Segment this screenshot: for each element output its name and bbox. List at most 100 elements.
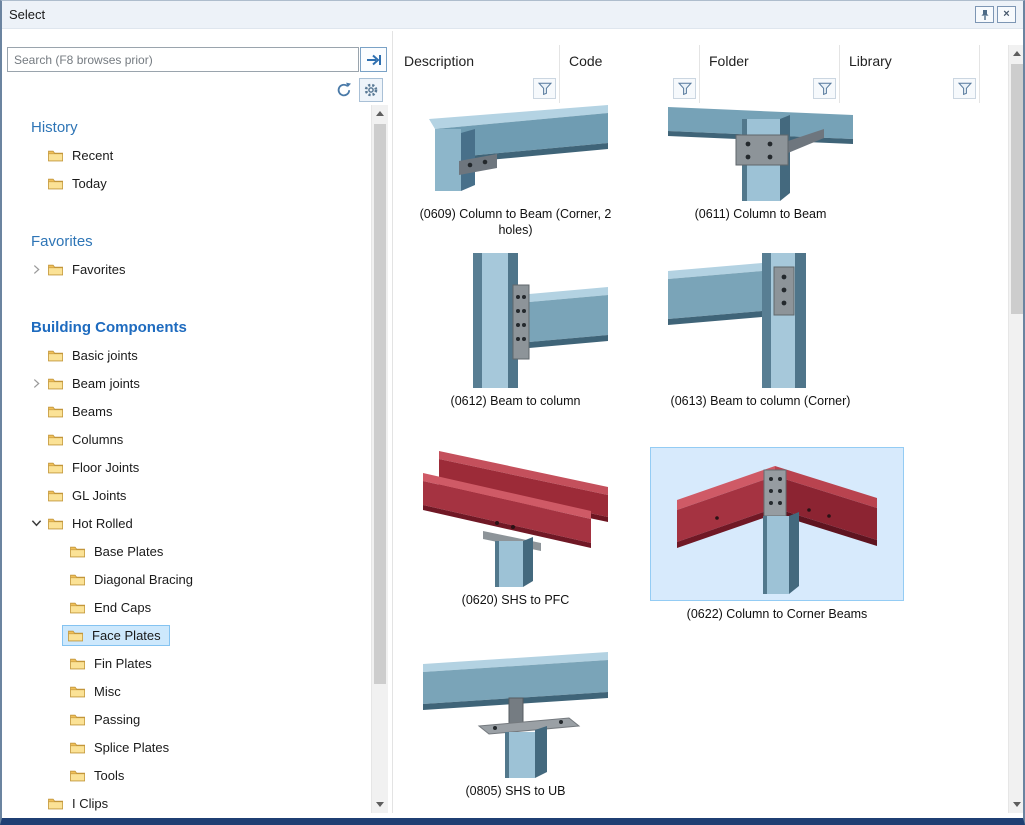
tree-section-favorites[interactable]: Favorites: [7, 227, 371, 255]
tree-item-base-plates[interactable]: Base Plates: [7, 537, 371, 565]
tree-item-splice-plates[interactable]: Splice Plates: [7, 733, 371, 761]
settings-button[interactable]: [359, 78, 383, 102]
gear-icon: [363, 82, 379, 98]
tree-item-recent[interactable]: Recent: [7, 141, 371, 169]
triangle-up-icon: [376, 111, 384, 116]
tree-item-columns[interactable]: Columns: [7, 425, 371, 453]
column-header-code[interactable]: Code: [560, 45, 699, 77]
tree-item-label: Recent: [72, 148, 113, 163]
component-label: (0612) Beam to column: [451, 393, 581, 409]
tree-item-basic-joints[interactable]: Basic joints: [7, 341, 371, 369]
component-item-0805[interactable]: (0805) SHS to UB: [397, 650, 634, 799]
tree-item-label: Fin Plates: [94, 656, 152, 671]
component-item-0613[interactable]: (0613) Beam to column (Corner): [642, 253, 879, 409]
tree-item-label: I Clips: [72, 796, 108, 811]
pin-button[interactable]: [975, 6, 994, 23]
component-thumbnail: [668, 105, 853, 201]
component-thumbnail: [423, 650, 608, 778]
component-thumbnail: [423, 253, 608, 388]
component-grid: (0609) Column to Beam (Corner, 2 holes): [397, 105, 1005, 813]
tree-item-favorites[interactable]: Favorites: [7, 255, 371, 283]
component-thumbnail: [423, 447, 608, 587]
funnel-icon: [958, 82, 972, 95]
thumbnail-0609-image: [423, 105, 608, 201]
filter-button-description[interactable]: [533, 78, 556, 99]
tree-item-tools[interactable]: Tools: [7, 761, 371, 789]
refresh-button[interactable]: [332, 78, 356, 102]
scroll-down-button[interactable]: [1009, 796, 1025, 813]
thumbnail-0620-image: [423, 447, 608, 587]
funnel-icon: [818, 82, 832, 95]
component-item-0620[interactable]: (0620) SHS to PFC: [397, 447, 634, 622]
panel-divider: [392, 31, 393, 813]
list-header: Description Code Folder Library: [395, 45, 1008, 103]
thumbnail-0622-image: [677, 454, 877, 594]
column-header-description[interactable]: Description: [395, 45, 559, 77]
tree-section-building-components[interactable]: Building Components: [7, 313, 371, 341]
triangle-down-icon: [376, 802, 384, 807]
tree-item-label: Columns: [72, 432, 123, 447]
chevron-right-icon[interactable]: [28, 261, 44, 277]
component-item-0609[interactable]: (0609) Column to Beam (Corner, 2 holes): [397, 105, 634, 239]
tree-item-label: Basic joints: [72, 348, 138, 363]
search-go-button[interactable]: [360, 47, 387, 72]
tree-item-face-plates[interactable]: Face Plates: [7, 621, 371, 649]
folder-icon: [47, 349, 64, 362]
component-thumbnail: [668, 253, 853, 388]
refresh-icon: [336, 82, 352, 98]
filter-button-code[interactable]: [673, 78, 696, 99]
list-scrollbar[interactable]: [1008, 45, 1025, 813]
component-label: (0620) SHS to PFC: [462, 592, 570, 608]
scroll-up-button[interactable]: [1009, 45, 1025, 62]
column-header-library[interactable]: Library: [840, 45, 979, 77]
tree-item-beam-joints[interactable]: Beam joints: [7, 369, 371, 397]
tree-item-beams[interactable]: Beams: [7, 397, 371, 425]
window-title: Select: [9, 7, 45, 22]
tree-item-label: GL Joints: [72, 488, 126, 503]
folder-icon: [69, 713, 86, 726]
folder-icon: [47, 797, 64, 810]
tree-item-label: End Caps: [94, 600, 151, 615]
tree-item-label: Beam joints: [72, 376, 140, 391]
component-label: (0805) SHS to UB: [465, 783, 565, 799]
pin-icon: [979, 9, 991, 21]
tree-item-passing[interactable]: Passing: [7, 705, 371, 733]
component-item-0612[interactable]: (0612) Beam to column: [397, 253, 634, 409]
tree-section-history[interactable]: History: [7, 113, 371, 141]
component-label: (0611) Column to Beam: [695, 206, 827, 222]
tree-item-misc[interactable]: Misc: [7, 677, 371, 705]
tree-item-label: Today: [72, 176, 107, 191]
filter-button-library[interactable]: [953, 78, 976, 99]
scrollbar-thumb[interactable]: [1011, 64, 1023, 314]
folder-icon: [69, 685, 86, 698]
component-item-0611[interactable]: (0611) Column to Beam: [642, 105, 879, 239]
tree-item-end-caps[interactable]: End Caps: [7, 593, 371, 621]
folder-icon: [69, 545, 86, 558]
tree-item-gl-joints[interactable]: GL Joints: [7, 481, 371, 509]
search-input[interactable]: [7, 47, 359, 72]
component-tree: History Recent Today Favorites Favorites…: [7, 105, 371, 813]
tree-item-label: Floor Joints: [72, 460, 139, 475]
tree-item-fin-plates[interactable]: Fin Plates: [7, 649, 371, 677]
close-icon: ×: [1003, 9, 1009, 20]
tree-scrollbar[interactable]: [371, 105, 388, 813]
folder-icon: [69, 573, 86, 586]
column-header-folder[interactable]: Folder: [700, 45, 839, 77]
filter-button-folder[interactable]: [813, 78, 836, 99]
scrollbar-thumb[interactable]: [374, 124, 386, 684]
close-button[interactable]: ×: [997, 6, 1016, 23]
tree-item-floor-joints[interactable]: Floor Joints: [7, 453, 371, 481]
tree-item-today[interactable]: Today: [7, 169, 371, 197]
scroll-up-button[interactable]: [372, 105, 388, 122]
chevron-right-icon[interactable]: [28, 375, 44, 391]
tree-item-clips[interactable]: I Clips: [7, 789, 371, 813]
tree-item-hot-rolled[interactable]: Hot Rolled: [7, 509, 371, 537]
tree-item-diagonal-bracing[interactable]: Diagonal Bracing: [7, 565, 371, 593]
thumbnail-0611-image: [668, 105, 853, 201]
component-item-0622-selected[interactable]: (0622) Column to Corner Beams: [642, 447, 912, 622]
thumbnail-0612-image: [423, 253, 608, 388]
scroll-down-button[interactable]: [372, 796, 388, 813]
folder-icon: [69, 601, 86, 614]
chevron-down-icon[interactable]: [28, 515, 44, 531]
tree-item-label: Diagonal Bracing: [94, 572, 193, 587]
